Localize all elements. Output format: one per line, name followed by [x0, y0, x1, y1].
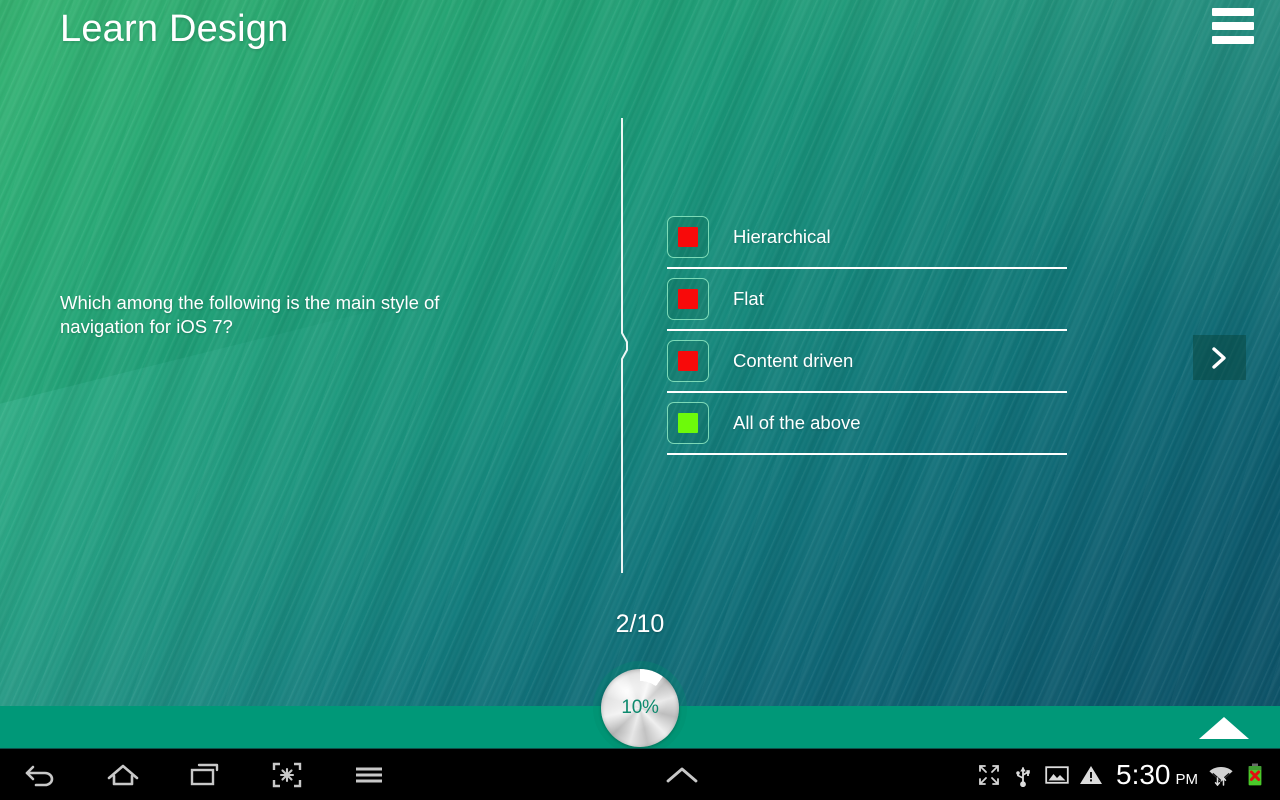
- question-divider: [614, 118, 632, 573]
- checkbox-fill: [678, 289, 698, 309]
- next-question-button[interactable]: [1193, 335, 1246, 380]
- menu-bar-1: [1212, 8, 1254, 16]
- battery-error-icon: [1238, 755, 1272, 795]
- answer-option-label: All of the above: [733, 412, 861, 433]
- answer-option-row[interactable]: All of the above: [667, 393, 1067, 455]
- menu-icon[interactable]: [346, 753, 392, 797]
- chevron-right-icon: [1211, 346, 1226, 369]
- answer-option-label: Content driven: [733, 350, 854, 371]
- wifi-transfer-icon: [1204, 755, 1238, 795]
- progress-percent-label: 10%: [621, 697, 659, 718]
- status-icons: 5:30 PM: [972, 755, 1280, 795]
- fullscreen-expand-icon[interactable]: [972, 755, 1006, 795]
- triangle-up-icon[interactable]: [1196, 714, 1252, 742]
- back-icon[interactable]: [18, 753, 64, 797]
- checkbox-fill: [678, 227, 698, 247]
- menu-bar-2: [1212, 22, 1254, 30]
- menu-bar-3: [1212, 36, 1254, 44]
- progress-dial[interactable]: 10%: [593, 661, 687, 755]
- answer-options-list: Hierarchical Flat Content driven All of …: [667, 207, 1067, 455]
- photo-icon: [1040, 755, 1074, 795]
- home-icon[interactable]: [100, 753, 146, 797]
- checkbox-fill: [678, 413, 698, 433]
- answer-option-row[interactable]: Hierarchical: [667, 207, 1067, 269]
- clock-ampm: PM: [1175, 770, 1199, 788]
- clock: 5:30 PM: [1116, 759, 1198, 791]
- checkbox-green-filled[interactable]: [667, 402, 709, 444]
- page-title: Learn Design: [60, 8, 289, 50]
- hamburger-menu-icon[interactable]: [1212, 8, 1254, 44]
- warning-icon: [1074, 755, 1108, 795]
- answer-option-label: Hierarchical: [733, 226, 831, 247]
- checkbox-red-filled[interactable]: [667, 278, 709, 320]
- checkbox-fill: [678, 351, 698, 371]
- tablet-screen: Learn Design Which among the following i…: [0, 0, 1280, 800]
- navigation-buttons: [0, 753, 392, 797]
- answer-option-row[interactable]: Flat: [667, 269, 1067, 331]
- recent-apps-icon[interactable]: [182, 753, 228, 797]
- checkbox-red-filled[interactable]: [667, 216, 709, 258]
- clock-time: 5:30: [1116, 758, 1171, 790]
- screenshot-icon[interactable]: [264, 753, 310, 797]
- android-system-bar: 5:30 PM: [0, 748, 1280, 800]
- question-counter: 2/10: [615, 610, 665, 638]
- checkbox-red-filled[interactable]: [667, 340, 709, 382]
- chevron-up-icon[interactable]: [392, 763, 972, 787]
- question-text: Which among the following is the main st…: [60, 292, 440, 337]
- answer-option-row[interactable]: Content driven: [667, 331, 1067, 393]
- usb-icon: [1006, 755, 1040, 795]
- answer-option-label: Flat: [733, 288, 764, 309]
